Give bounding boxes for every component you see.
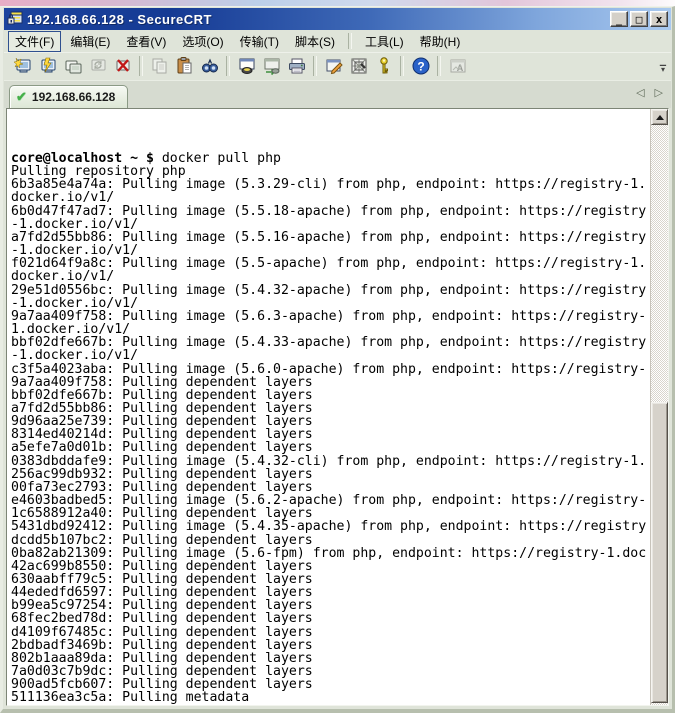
terminal-output: Pulling repository php 6b3a85e4a74a: Pul… [11,165,651,704]
title-bar[interactable]: 192.168.66.128 - SecureCRT _ □ x [4,8,671,30]
tab-scroll-controls: ◁ ▷ [636,86,663,99]
menu-separator [348,33,352,49]
auto-session-icon: A [448,56,468,76]
keymap-editor-button[interactable] [371,54,396,78]
terminal-screen[interactable]: core@localhost ~ $ docker pull php Pulli… [7,109,651,705]
copy-icon [150,56,170,76]
paste-icon [175,56,195,76]
terminal-panel: core@localhost ~ $ docker pull php Pulli… [6,108,669,706]
menu-tools[interactable]: 工具(L) [358,31,411,52]
menu-script[interactable]: 脚本(S) [288,31,342,52]
print-button[interactable] [284,54,309,78]
find-button[interactable] [197,54,222,78]
toolbar-separator [313,56,317,76]
log-session-icon [237,56,257,76]
tab-scroll-left-icon[interactable]: ◁ [636,86,644,99]
copy-button [147,54,172,78]
disconnect-button[interactable] [110,54,135,78]
menu-edit[interactable]: 编辑(E) [63,31,117,52]
session-options-icon [324,56,344,76]
global-options-icon [349,56,369,76]
minimize-button[interactable]: _ [610,11,628,27]
connect-in-tab-icon [63,56,83,76]
paste-button[interactable] [172,54,197,78]
menu-view[interactable]: 查看(V) [119,31,173,52]
maximize-button[interactable]: □ [630,11,648,27]
session-tab[interactable]: ✔ 192.168.66.128 [9,85,128,108]
help-icon: ? [411,56,431,76]
vertical-scrollbar[interactable] [650,109,668,705]
keymap-editor-icon [374,56,394,76]
tab-scroll-right-icon[interactable]: ▷ [655,86,663,99]
svg-text:?: ? [417,60,424,74]
quick-connect-button[interactable] [35,54,60,78]
securecrt-app-icon[interactable] [7,11,23,27]
toolbar-separator [400,56,404,76]
svg-text:A: A [456,63,463,73]
session-options-button[interactable] [321,54,346,78]
raw-log-session-button[interactable] [259,54,284,78]
toolbar: ? A ▁▾ [4,52,671,81]
disconnect-icon [113,56,133,76]
toolbar-separator [437,56,441,76]
menu-bar: 文件(F) 编辑(E) 查看(V) 选项(O) 传输(T) 脚本(S) 工具(L… [4,30,671,53]
print-icon [287,56,307,76]
connect-icon [13,56,33,76]
raw-log-session-icon [262,56,282,76]
toolbar-separator [226,56,230,76]
menu-transfer[interactable]: 传输(T) [233,31,286,52]
up-arrow-icon [656,115,664,120]
quick-connect-icon [38,56,58,76]
toolbar-overflow-chevron[interactable]: ▁▾ [657,58,669,76]
close-button[interactable]: x [650,11,668,27]
find-icon [200,56,220,76]
menu-options[interactable]: 选项(O) [175,31,230,52]
menu-help[interactable]: 帮助(H) [413,31,468,52]
menu-file[interactable]: 文件(F) [8,31,61,52]
global-options-button[interactable] [346,54,371,78]
toolbar-separator [139,56,143,76]
connect-in-tab-button[interactable] [60,54,85,78]
tab-bar: ✔ 192.168.66.128 ◁ ▷ [4,80,671,108]
securecrt-window: 192.168.66.128 - SecureCRT _ □ x 文件(F) 编… [0,6,675,713]
window-title: 192.168.66.128 - SecureCRT [27,12,610,27]
reconnect-button [85,54,110,78]
auto-session-button: A [445,54,470,78]
help-button[interactable]: ? [408,54,433,78]
scrollbar-up-button[interactable] [651,109,668,125]
scrollbar-thumb[interactable] [651,402,668,703]
connected-check-icon: ✔ [16,89,27,105]
reconnect-icon [88,56,108,76]
connect-button[interactable] [10,54,35,78]
log-session-button[interactable] [234,54,259,78]
session-tab-label: 192.168.66.128 [32,90,115,104]
